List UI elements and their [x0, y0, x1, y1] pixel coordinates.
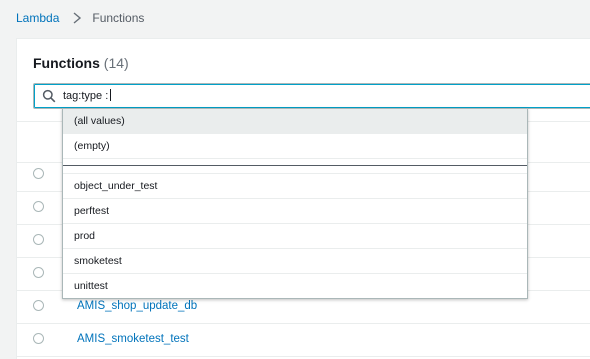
breadcrumb-lambda-link[interactable]: Lambda [16, 11, 59, 25]
dropdown-spacer [63, 166, 527, 174]
dropdown-option[interactable]: unittest [63, 274, 527, 298]
breadcrumb-current: Functions [92, 11, 145, 25]
row-radio[interactable] [33, 267, 44, 278]
panel-title-text: Functions [33, 55, 100, 71]
row-radio[interactable] [33, 201, 44, 212]
search-query: tag:type : [63, 89, 112, 102]
dropdown-option[interactable]: perftest [63, 199, 527, 224]
dropdown-option-all-values[interactable]: (all values) [63, 109, 527, 134]
search-input[interactable]: tag:type : [33, 83, 590, 109]
search-icon [42, 89, 56, 103]
function-name-link[interactable]: AMIS_smoketest_test [77, 333, 189, 345]
search-query-text: tag:type : [63, 90, 109, 102]
row-radio[interactable] [33, 234, 44, 245]
function-count: (14) [103, 55, 129, 71]
row-radio[interactable] [33, 300, 44, 311]
table-row[interactable]: AMIS_smoketest_test [17, 324, 590, 357]
row-radio[interactable] [33, 168, 44, 179]
dropdown-divider [63, 159, 527, 166]
dropdown-option[interactable]: smoketest [63, 249, 527, 274]
chevron-right-icon [73, 12, 82, 24]
tag-value-dropdown: (all values) (empty) object_under_test p… [62, 108, 528, 299]
dropdown-option[interactable]: object_under_test [63, 174, 527, 199]
page-title: Functions (14) [33, 55, 129, 71]
text-caret [110, 89, 112, 101]
dropdown-option-empty[interactable]: (empty) [63, 134, 527, 159]
row-radio[interactable] [33, 333, 44, 344]
breadcrumb: Lambda Functions [16, 11, 144, 25]
dropdown-option[interactable]: prod [63, 224, 527, 249]
function-name-link[interactable]: AMIS_shop_update_db [77, 300, 197, 312]
